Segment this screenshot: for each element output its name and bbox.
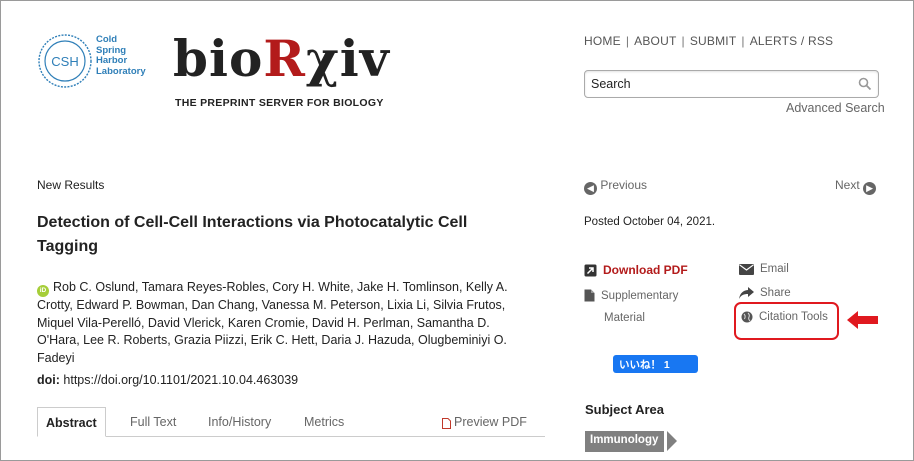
doi-line: doi: https://doi.org/10.1101/2021.10.04.… <box>37 373 298 387</box>
facebook-like-button[interactable]: いいね！ 1 <box>613 355 698 373</box>
csh-logo-icon: CSH <box>38 34 92 88</box>
share-icon <box>739 287 754 302</box>
csh-line-3: Harbor <box>96 55 128 66</box>
top-nav: HOME | ABOUT | SUBMIT | ALERTS / RSS <box>584 34 834 48</box>
next-arrow-icon: ▶ <box>863 182 877 195</box>
csh-line-1: Cold <box>96 34 118 45</box>
share-label: Share <box>760 287 791 299</box>
subject-area-heading: Subject Area <box>585 402 664 417</box>
red-arrow-icon <box>847 311 879 334</box>
email-link[interactable]: Email <box>739 263 789 278</box>
download-pdf-button[interactable]: Download PDF <box>584 263 688 280</box>
supplementary-material-link[interactable]: Supplementary Material <box>584 287 678 328</box>
nav-about[interactable]: ABOUT <box>634 34 676 48</box>
nav-home[interactable]: HOME <box>584 34 621 48</box>
article-title: Detection of Cell-Cell Interactions via … <box>37 214 468 255</box>
like-label: いいね！ 1 <box>619 359 670 371</box>
brand-prefix: bio <box>173 29 264 88</box>
search-icon[interactable] <box>858 77 872 96</box>
tab-full-text[interactable]: Full Text <box>130 407 176 437</box>
supplementary-label: Supplementary <box>601 290 679 302</box>
search-box <box>584 70 879 98</box>
material-label: Material <box>604 312 645 324</box>
tab-preview-pdf[interactable]: Preview PDF <box>442 407 527 437</box>
tab-abstract[interactable]: Abstract <box>37 407 106 437</box>
nav-submit[interactable]: SUBMIT <box>690 34 737 48</box>
previous-label: Previous <box>600 178 648 192</box>
next-label: Next <box>835 178 860 192</box>
download-pdf-label: Download PDF <box>603 263 688 277</box>
download-pdf-icon <box>584 264 597 280</box>
csh-name: Cold Spring Harbor Laboratory <box>96 34 146 77</box>
author-list: iD Rob C. Oslund, Tamara Reyes-Robles, Co… <box>37 279 517 367</box>
subject-tag[interactable]: Immunology <box>585 431 665 452</box>
posted-date: Posted October 04, 2021. <box>584 216 716 228</box>
next-link[interactable]: Next ▶ <box>835 178 877 195</box>
csh-line-4: Laboratory <box>96 65 146 77</box>
tab-metrics[interactable]: Metrics <box>304 407 344 437</box>
previous-link[interactable]: ◀ Previous <box>584 178 647 195</box>
supplementary-file-icon <box>584 289 595 309</box>
article-tabs: Abstract Full Text Info/History Metrics … <box>37 407 545 437</box>
doi-label: doi: <box>37 373 60 387</box>
pdf-file-icon <box>442 418 451 432</box>
section-label: New Results <box>37 178 105 192</box>
citation-tools-highlight <box>734 302 839 340</box>
tab-info-history[interactable]: Info/History <box>208 407 271 437</box>
csh-badge-text: CSH <box>51 54 78 69</box>
biorxiv-logo[interactable]: bioRχiv <box>173 29 390 88</box>
nav-alerts-rss[interactable]: ALERTS / RSS <box>750 34 834 48</box>
search-input[interactable] <box>585 71 845 97</box>
orcid-icon[interactable]: iD <box>37 285 49 297</box>
preview-pdf-label: Preview PDF <box>454 415 527 429</box>
brand-suffix: χiv <box>305 29 390 88</box>
previous-arrow-icon: ◀ <box>584 182 597 195</box>
advanced-search-link[interactable]: Advanced Search <box>786 101 885 115</box>
subject-tag-arrow <box>667 431 677 451</box>
email-label: Email <box>760 263 789 275</box>
authors-text[interactable]: Rob C. Oslund, Tamara Reyes-Robles, Cory… <box>37 280 508 365</box>
tagline: THE PREPRINT SERVER FOR BIOLOGY <box>175 97 384 109</box>
email-icon <box>739 264 754 278</box>
brand-r: R <box>263 29 306 88</box>
doi-link[interactable]: https://doi.org/10.1101/2021.10.04.46303… <box>63 373 298 387</box>
share-link[interactable]: Share <box>739 287 791 302</box>
